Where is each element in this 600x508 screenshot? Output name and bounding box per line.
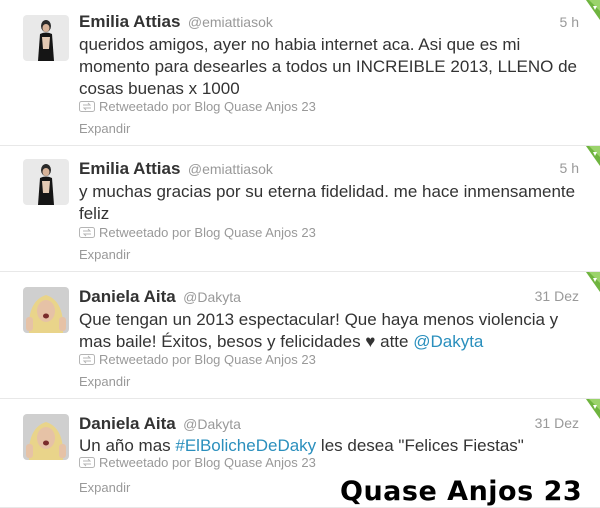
expand-link[interactable]: Expandir [79,374,130,389]
hashtag-link[interactable]: #ElBolicheDeDaky [175,436,316,455]
avatar[interactable] [23,414,69,460]
avatar[interactable] [23,15,69,61]
retweet-label: Retweetado por Blog Quase Anjos 23 [99,225,316,240]
retweet-info[interactable]: Retweetado por Blog Quase Anjos 23 [79,455,316,470]
tweet-text-body: les desea "Felices Fiestas" [316,436,524,455]
tweet-timestamp[interactable]: 5 h [560,160,579,176]
watermark: Quase Anjos 23 [340,476,583,507]
tweet-text: y muchas gracias por su eterna fidelidad… [79,182,576,223]
tweet-header: Emilia Attias @emiattiasok [79,159,273,179]
tweet-item[interactable]: Emilia Attias @emiattiasok 5 h y muchas … [0,146,600,272]
author-name[interactable]: Daniela Aita [79,287,176,306]
tweet-corner-fold-icon [586,146,600,166]
author-name[interactable]: Emilia Attias [79,12,180,31]
retweet-icon [79,353,95,365]
tweet-timestamp[interactable]: 31 Dez [535,415,579,431]
retweet-icon [79,226,95,238]
author-name[interactable]: Emilia Attias [79,159,180,178]
author-handle[interactable]: @Dakyta [183,416,241,432]
retweet-info[interactable]: Retweetado por Blog Quase Anjos 23 [79,352,316,367]
expand-link[interactable]: Expandir [79,247,130,262]
tweet-item[interactable]: Emilia Attias @emiattiasok 5 h queridos … [0,0,600,146]
tweet-timestamp[interactable]: 31 Dez [535,288,579,304]
tweet-item[interactable]: Daniela Aita @Dakyta 31 Dez Que tengan u… [0,272,600,399]
tweet-text-body: Un año mas [79,436,176,455]
retweet-info[interactable]: Retweetado por Blog Quase Anjos 23 [79,99,316,114]
retweet-label: Retweetado por Blog Quase Anjos 23 [99,352,316,367]
author-handle[interactable]: @Dakyta [183,289,241,305]
tweet-corner-fold-icon [586,272,600,292]
retweet-label: Retweetado por Blog Quase Anjos 23 [99,99,316,114]
tweet-timestamp[interactable]: 5 h [560,14,579,30]
tweet-text: Que tengan un 2013 espectacular! Que hay… [79,309,584,353]
tweet-header: Emilia Attias @emiattiasok [79,12,273,32]
retweet-info[interactable]: Retweetado por Blog Quase Anjos 23 [79,225,316,240]
tweet-header: Daniela Aita @Dakyta [79,414,241,434]
author-handle[interactable]: @emiattiasok [188,161,273,177]
tweet-text: Un año mas #ElBolicheDeDaky les desea "F… [79,435,584,457]
tweet-corner-fold-icon [586,0,600,20]
retweet-icon [79,456,95,468]
tweet-text-body: Que tengan un 2013 espectacular! Que hay… [79,310,559,351]
expand-link[interactable]: Expandir [79,121,130,136]
tweet-text: queridos amigos, ayer no habia internet … [79,35,578,98]
expand-link[interactable]: Expandir [79,480,130,495]
avatar[interactable] [23,159,69,205]
retweet-label: Retweetado por Blog Quase Anjos 23 [99,455,316,470]
retweet-icon [79,100,95,112]
author-handle[interactable]: @emiattiasok [188,14,273,30]
author-name[interactable]: Daniela Aita [79,414,176,433]
tweet-header: Daniela Aita @Dakyta [79,287,241,307]
avatar[interactable] [23,287,69,333]
tweet-corner-fold-icon [586,399,600,419]
mention-link[interactable]: @Dakyta [413,332,483,351]
